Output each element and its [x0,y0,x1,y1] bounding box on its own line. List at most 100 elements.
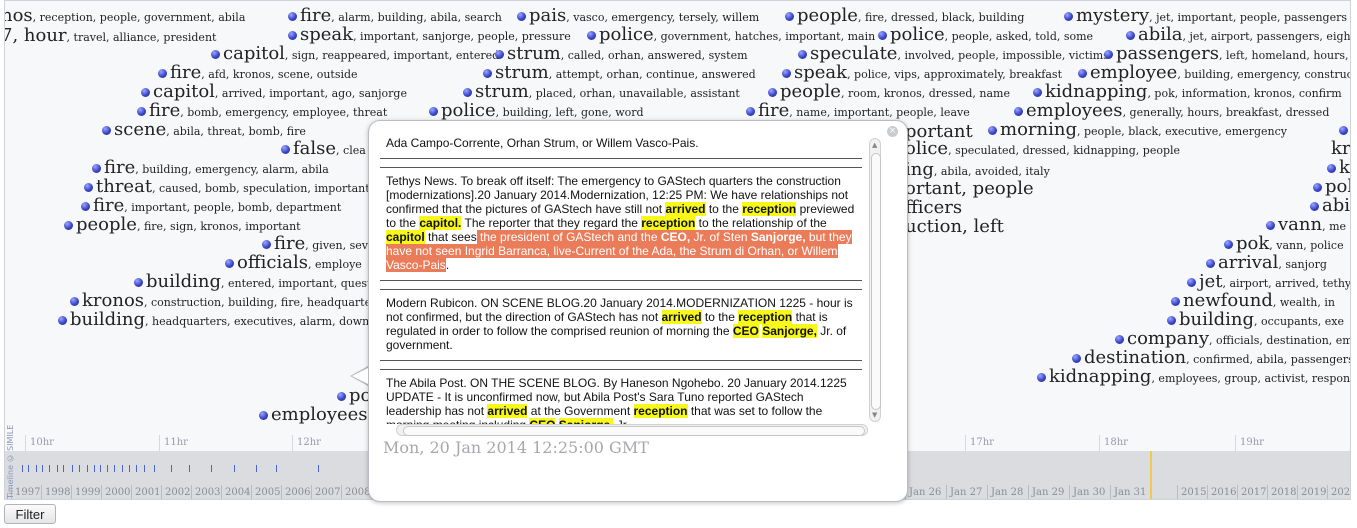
scroll-up-icon[interactable]: ▲ [872,141,877,149]
event-dot-icon[interactable] [1224,240,1233,249]
timeline-event[interactable]: strum, placed, orhan, unavailable, assis… [463,82,740,103]
timeline-event[interactable]: vann, me [1266,215,1346,236]
event-dot-icon[interactable] [782,69,791,78]
event-dot-icon[interactable] [1104,50,1113,59]
event-dot-icon[interactable] [211,50,220,59]
timeline-event[interactable]: fire, name, important, people, leave [746,101,970,122]
vertical-scrollbar[interactable]: ▲ ▼ [869,138,881,422]
event-dot-icon[interactable] [259,411,268,420]
event-dot-icon[interactable] [429,107,438,116]
timeline-event[interactable]: po [337,386,371,405]
event-keyword: pol [1325,176,1350,197]
close-icon[interactable]: × [887,126,898,137]
vertical-scroll-thumb[interactable] [871,153,881,410]
date-label: 2016 [1207,485,1236,499]
timeline-event[interactable]: po [1339,120,1350,139]
event-dot-icon[interactable] [141,88,150,97]
event-terms: , left, homeland, hours, je [1219,49,1350,62]
event-dot-icon[interactable] [746,107,755,116]
event-dot-icon[interactable] [785,12,794,21]
timeline-event[interactable]: threat, caused, bomb, speculation, impor… [84,177,370,198]
horizontal-scrollbar[interactable] [396,424,868,436]
event-dot-icon[interactable] [64,221,73,230]
event-dot-icon[interactable] [1072,354,1081,363]
event-dot-icon[interactable] [1171,297,1180,306]
timeline-event[interactable]: people, fire, sign, kronos, important [64,215,301,236]
event-keyword: building [146,271,222,292]
event-dot-icon[interactable] [1064,12,1073,21]
event-dot-icon[interactable] [878,31,887,40]
timeline-event[interactable]: mystery, jet, important, people, passeng… [1064,6,1347,27]
event-dot-icon[interactable] [587,31,596,40]
timeline-event[interactable]: fficers [905,198,962,217]
timeline-event[interactable]: capitol, arrived, important, ago, sanjor… [141,82,407,103]
event-dot-icon[interactable] [58,316,67,325]
event-dot-icon[interactable] [137,107,146,116]
timeline-event[interactable]: employees [259,405,368,424]
timeline-event[interactable]: kr [1327,158,1350,177]
event-dot-icon[interactable] [102,126,111,135]
event-dot-icon[interactable] [288,12,297,21]
timeline-event[interactable]: arrival, sanjorg [1206,253,1327,274]
event-dot-icon[interactable] [463,88,472,97]
event-dot-icon[interactable] [1167,316,1176,325]
event-dot-icon[interactable] [768,88,777,97]
date-label: 1999 [71,485,100,499]
event-dot-icon[interactable] [225,259,234,268]
event-dot-icon[interactable] [158,69,167,78]
event-dot-icon[interactable] [1339,126,1348,135]
filter-button[interactable]: Filter [4,504,56,524]
event-dot-icon[interactable] [483,69,492,78]
event-dot-icon[interactable] [1266,221,1275,230]
timeline-event[interactable]: kidnapping, employees, group, activist, … [1037,367,1350,388]
timeline-event[interactable]: morning, people, black, executive, emerg… [988,120,1287,141]
timeline-event[interactable]: nos, reception, people, government, abil… [5,6,245,27]
event-dot-icon[interactable] [1033,88,1042,97]
scroll-down-icon[interactable]: ▼ [872,411,877,419]
event-dot-icon[interactable] [134,278,143,287]
event-dot-icon[interactable] [92,164,101,173]
event-dot-icon[interactable] [1313,183,1322,192]
event-dot-icon[interactable] [262,240,271,249]
event-dot-icon[interactable] [1187,278,1196,287]
event-dot-icon[interactable] [84,183,93,192]
timeline-event[interactable]: 7, hour, travel, alliance, president [5,26,216,47]
event-dot-icon[interactable] [798,50,807,59]
horizontal-scroll-thumb[interactable] [403,426,865,436]
event-keyword: police [599,24,654,45]
event-dot-icon[interactable] [1327,164,1336,173]
timeline-event[interactable]: false, clea [281,139,366,160]
event-dot-icon[interactable] [495,50,504,59]
timeline-event[interactable]: olice, speculated, dressed, kidnapping, … [905,139,1180,160]
timeline-event[interactable]: building, headquarters, executives, alar… [58,310,369,331]
event-dot-icon[interactable] [281,145,290,154]
event-dot-icon[interactable] [1037,373,1046,382]
event-dot-icon[interactable] [1126,31,1135,40]
timeline-event[interactable]: capitol, sign, reappeared, important, en… [211,44,499,65]
event-dot-icon[interactable] [517,12,526,21]
timeline-event[interactable]: kr [1331,139,1350,158]
timeline-event[interactable]: scene, abila, threat, bomb, fire [102,120,306,141]
event-dot-icon[interactable] [337,392,346,401]
timeline-event[interactable]: police, people, asked, told, some [878,25,1093,46]
timeline-event[interactable]: fire, bomb, emergency, employee, threat [137,101,387,122]
timeline-event[interactable]: pol [1313,177,1350,196]
event-dot-icon[interactable] [1014,107,1023,116]
event-dot-icon[interactable] [70,297,79,306]
event-terms: , fire, sign, kronos, important [136,220,301,233]
event-dot-icon[interactable] [288,31,297,40]
event-dot-icon[interactable] [1115,335,1124,344]
timeline-event[interactable]: uction, left [905,217,1004,236]
event-dot-icon[interactable] [1078,69,1087,78]
timeline-event[interactable]: building, entered, important, quest [134,272,371,293]
event-dot-icon[interactable] [1310,202,1319,211]
event-dot-icon[interactable] [988,126,997,135]
event-dot-icon[interactable] [81,202,90,211]
timeline-event[interactable]: officials, employe [225,253,362,274]
timeline-event[interactable]: police, building, left, gone, word [429,101,644,122]
timeline-event[interactable]: ortant, people [905,179,1034,198]
news-document: Modern Rubicon. ON SCENE BLOG.20 January… [380,289,862,361]
event-dot-icon[interactable] [1206,259,1215,268]
bubble-document-panel[interactable]: Ada Campo-Corrente, Orhan Strum, or Will… [376,136,882,436]
timeline-event[interactable]: people, room, kronos, dressed, name [768,82,1010,103]
